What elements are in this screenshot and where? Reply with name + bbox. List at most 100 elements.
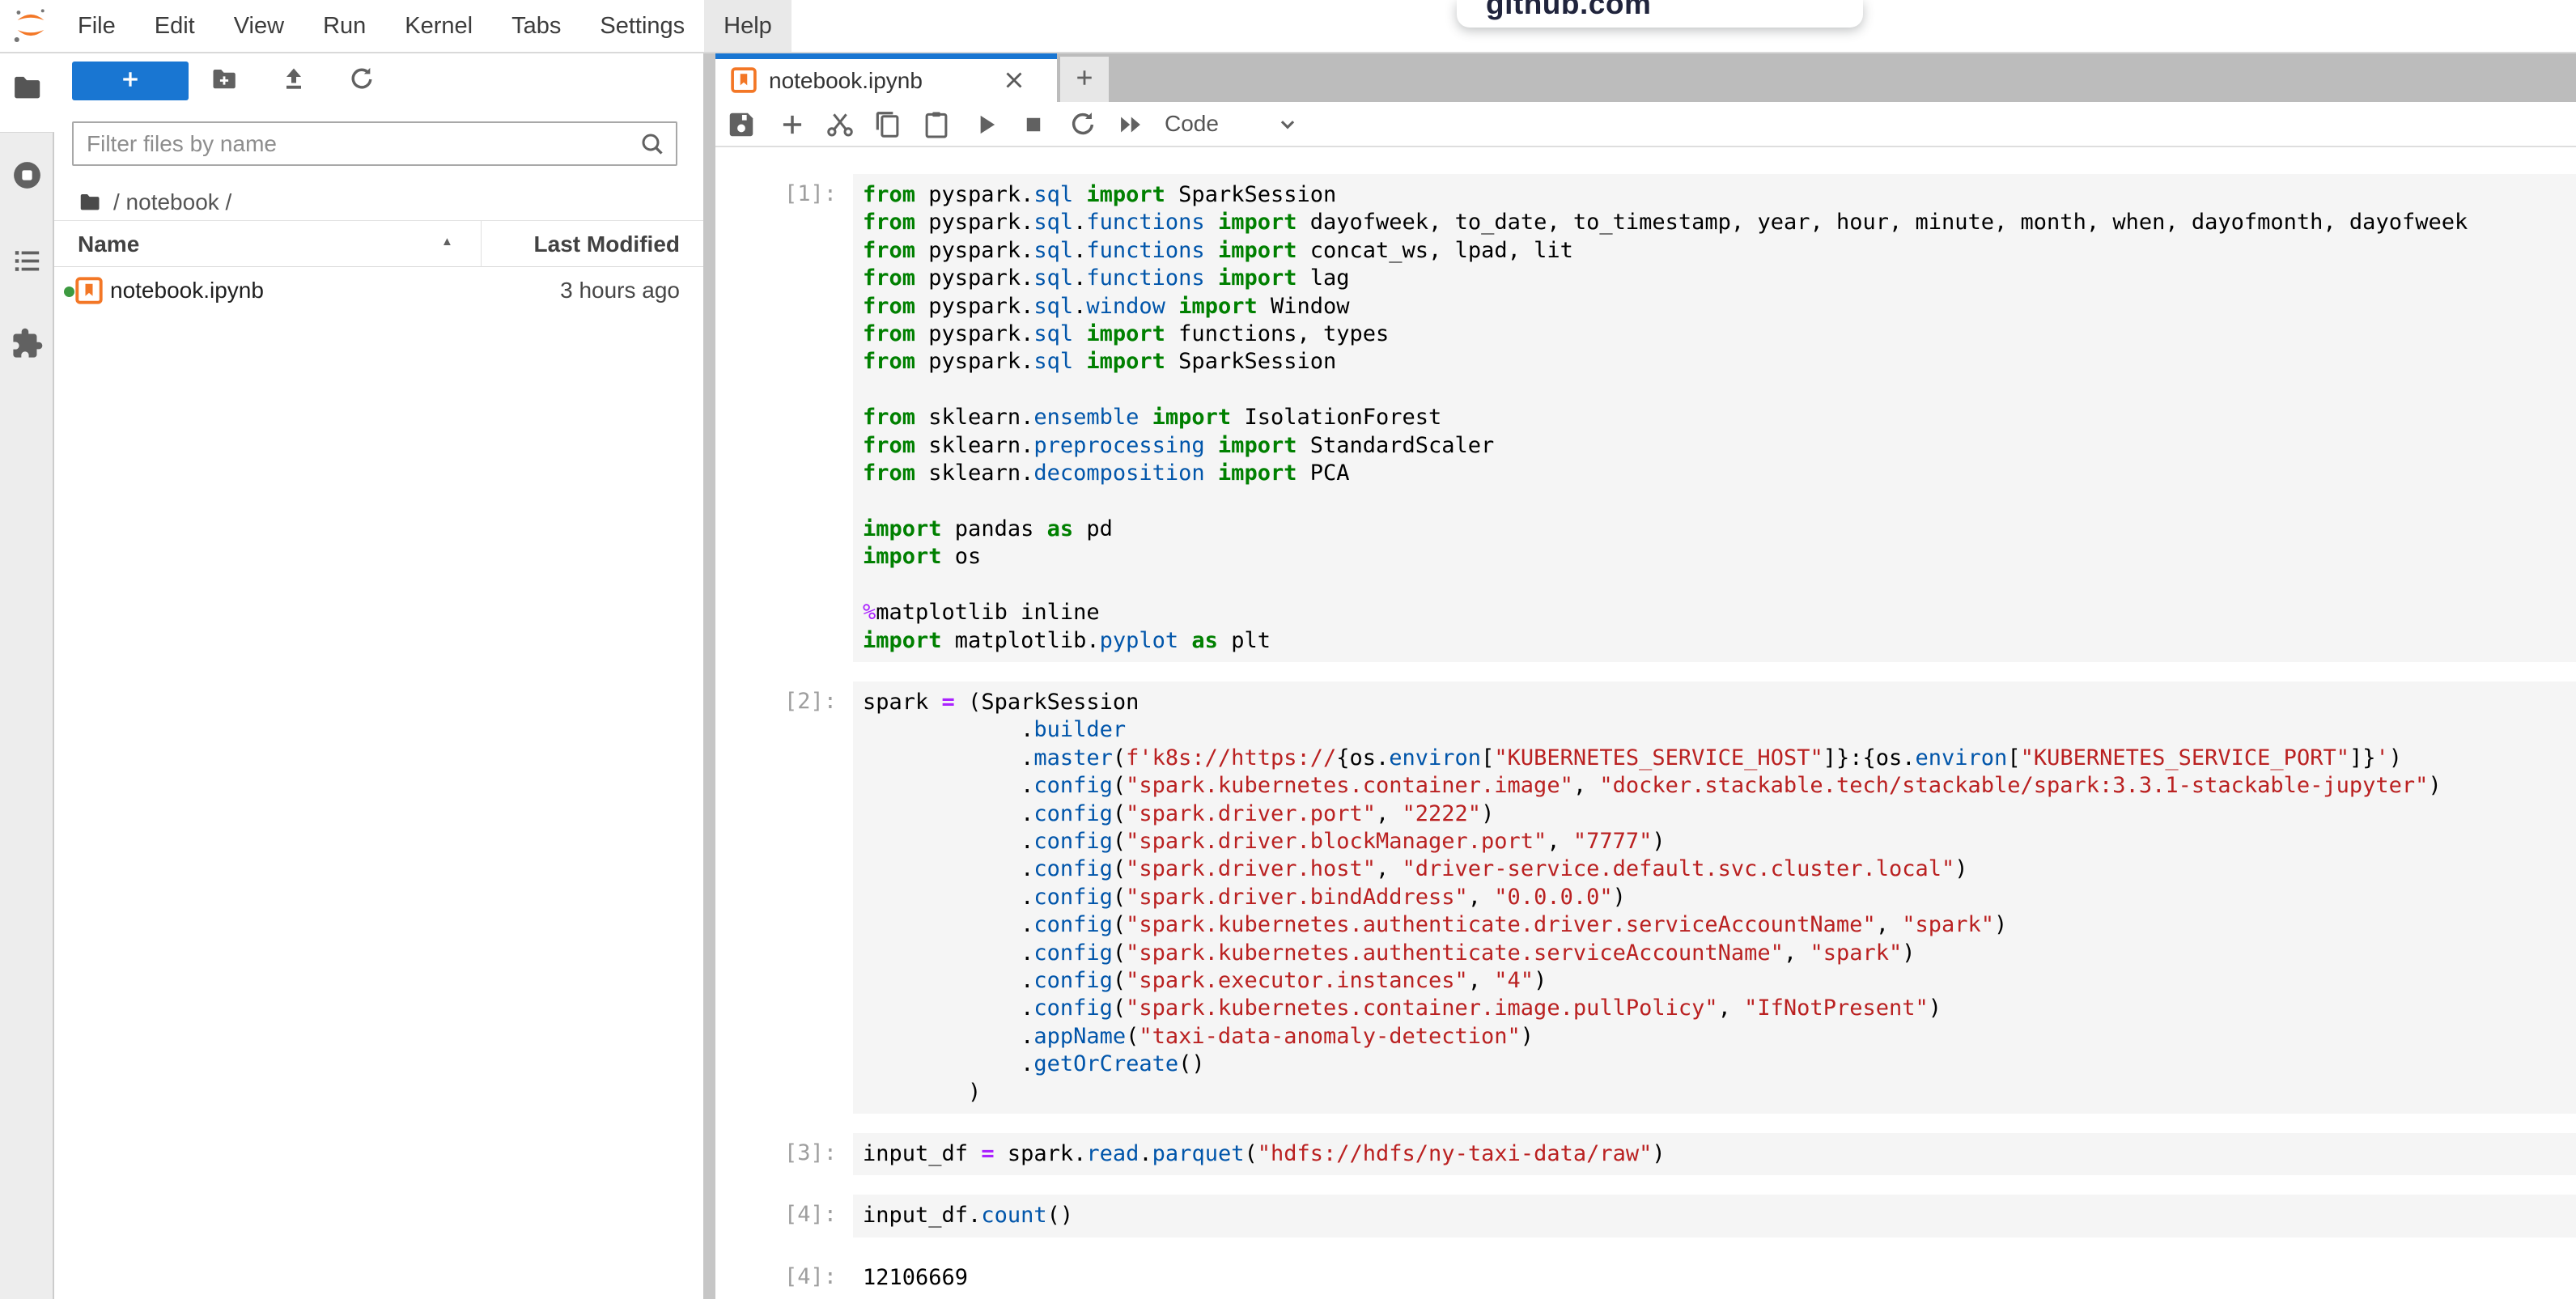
notebook-toolbar: Code <box>715 102 2576 147</box>
file-list-header: Name ▲ Last Modified <box>54 220 703 267</box>
add-cell-button[interactable] <box>777 109 808 140</box>
cell-type-dropdown[interactable]: Code <box>1165 111 1219 137</box>
code-line <box>863 376 2576 404</box>
code-line: from pyspark.sql.functions import concat… <box>863 237 2576 265</box>
sort-ascending-icon[interactable]: ▲ <box>441 235 453 248</box>
file-row[interactable]: notebook.ipynb3 hours ago <box>54 267 703 314</box>
running-kernels-icon <box>11 181 44 195</box>
upload-button[interactable] <box>274 63 314 99</box>
menu-bar: FileEditViewRunKernelTabsSettingsHelp <box>0 0 2576 53</box>
restart-button[interactable] <box>1067 109 1098 140</box>
new-folder-icon <box>210 65 239 98</box>
sidebar-tab-extensions[interactable] <box>11 327 44 360</box>
save-icon <box>726 129 757 143</box>
code-line: from pyspark.sql import SparkSession <box>863 181 2576 209</box>
menu-tabs[interactable]: Tabs <box>492 0 580 52</box>
notebook-icon <box>730 66 758 94</box>
menu-edit[interactable]: Edit <box>135 0 214 52</box>
folder-icon <box>78 190 102 214</box>
main-area: notebook.ipynb Code [1]: from pyspark.sql… <box>715 53 2576 1299</box>
add-cell-icon <box>777 129 808 143</box>
filter-files-input[interactable] <box>74 123 676 164</box>
code-editor[interactable]: input_df.count() <box>853 1195 2576 1237</box>
code-line: import pandas as pd <box>863 516 2576 543</box>
output-area: 12106669 <box>853 1257 2576 1299</box>
code-editor[interactable]: input_df = spark.read.parquet("hdfs://hd… <box>853 1133 2576 1175</box>
copy-button[interactable] <box>872 109 903 140</box>
breadcrumb[interactable]: / notebook / <box>78 181 231 223</box>
code-line: .config("spark.kubernetes.authenticate.s… <box>863 940 2576 967</box>
code-line: .config("spark.executor.instances", "4") <box>863 967 2576 995</box>
sidebar-tab-running-kernels[interactable] <box>11 159 44 192</box>
fast-forward-button[interactable] <box>1115 109 1146 140</box>
extensions-icon <box>11 350 44 363</box>
plus-icon <box>1072 66 1097 94</box>
code-line: from pyspark.sql.functions import dayofw… <box>863 209 2576 236</box>
activity-bar <box>0 53 54 1299</box>
paste-icon <box>921 129 952 143</box>
refresh-button[interactable] <box>342 63 382 99</box>
code-line: from sklearn.decomposition import PCA <box>863 460 2576 487</box>
code-line: .config("spark.driver.port", "2222") <box>863 800 2576 828</box>
code-line: .config("spark.driver.bindAddress", "0.0… <box>863 884 2576 911</box>
code-line <box>863 571 2576 599</box>
execution-prompt: [1]: <box>715 181 837 206</box>
restart-icon <box>1067 129 1098 143</box>
menu-help[interactable]: Help <box>704 0 791 52</box>
execution-prompt: [2]: <box>715 689 837 714</box>
code-line: .builder <box>863 716 2576 744</box>
code-line: .config("spark.kubernetes.container.imag… <box>863 772 2576 800</box>
save-button[interactable] <box>726 109 757 140</box>
sidebar-tab-table-of-contents[interactable] <box>11 244 44 278</box>
notebook-content: [1]: from pyspark.sql import SparkSession… <box>715 149 2576 1299</box>
menu-view[interactable]: View <box>214 0 303 52</box>
panel-splitter[interactable] <box>703 53 715 1299</box>
menu-settings[interactable]: Settings <box>580 0 704 52</box>
code-editor[interactable]: from pyspark.sql import SparkSessionfrom… <box>853 174 2576 662</box>
run-button[interactable] <box>970 109 1001 140</box>
cut-button[interactable] <box>825 109 855 140</box>
chevron-down-icon[interactable] <box>1274 110 1301 138</box>
file-browser-icon <box>11 94 44 108</box>
paste-button[interactable] <box>921 109 952 140</box>
code-line: from pyspark.sql import SparkSession <box>863 348 2576 376</box>
notebook-icon <box>74 276 104 305</box>
output-prompt: [4]: <box>715 1264 837 1289</box>
upload-icon <box>279 65 308 98</box>
jupyterlab-window: FileEditViewRunKernelTabsSettingsHelp gi… <box>0 0 2576 1299</box>
menu-kernel[interactable]: Kernel <box>385 0 492 52</box>
table-of-contents-icon <box>11 267 44 281</box>
close-icon[interactable] <box>1000 66 1028 94</box>
code-line <box>863 487 2576 515</box>
new-tab-button[interactable] <box>1060 57 1109 102</box>
run-icon <box>970 129 1001 143</box>
sidebar-tab-file-browser[interactable] <box>11 71 44 104</box>
code-editor[interactable]: spark = (SparkSession .builder .master(f… <box>853 681 2576 1114</box>
code-line: from pyspark.sql import functions, types <box>863 321 2576 348</box>
refresh-icon <box>347 65 376 98</box>
code-cell: [3]:input_df = spark.read.parquet("hdfs:… <box>715 1133 2576 1175</box>
code-line: import matplotlib.pyplot as plt <box>863 627 2576 655</box>
column-name-header[interactable]: Name <box>78 231 139 257</box>
tab-title: notebook.ipynb <box>769 68 923 94</box>
code-line: .config("spark.driver.blockManager.port"… <box>863 828 2576 855</box>
stop-icon <box>1018 129 1049 143</box>
code-line: .config("spark.driver.host", "driver-ser… <box>863 855 2576 883</box>
file-modified: 3 hours ago <box>560 278 680 304</box>
menu-run[interactable]: Run <box>303 0 385 52</box>
copy-icon <box>872 129 903 143</box>
new-launcher-button[interactable] <box>72 62 189 100</box>
tab-notebook[interactable]: notebook.ipynb <box>715 53 1057 102</box>
activity-bar-background <box>0 132 54 1299</box>
stop-button[interactable] <box>1018 109 1049 140</box>
tab-bar: notebook.ipynb <box>715 53 2576 102</box>
new-folder-button[interactable] <box>204 63 244 99</box>
code-cell: [4]:input_df.count() <box>715 1195 2576 1237</box>
column-divider <box>481 221 482 267</box>
column-modified-header[interactable]: Last Modified <box>534 231 680 257</box>
code-line: .master(f'k8s://https://{os.environ["KUB… <box>863 745 2576 772</box>
menu-file[interactable]: File <box>58 0 135 52</box>
code-line: .config("spark.kubernetes.authenticate.d… <box>863 911 2576 939</box>
search-icon <box>639 130 668 159</box>
code-line: from pyspark.sql.functions import lag <box>863 265 2576 292</box>
